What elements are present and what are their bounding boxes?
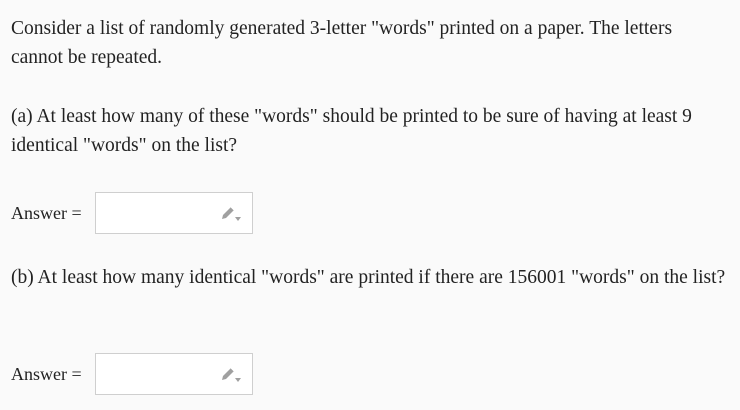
answer-field-a[interactable]: [95, 192, 253, 234]
question-content: Consider a list of randomly generated 3-…: [11, 14, 726, 160]
pencil-icon[interactable]: [220, 367, 242, 383]
answer-label-b: Answer =: [11, 363, 82, 384]
question-part-a: (a) At least how many of these "words" s…: [11, 106, 692, 156]
question-intro: Consider a list of randomly generated 3-…: [11, 18, 673, 68]
answer-input-b[interactable]: [96, 354, 216, 394]
answer-row-a: Answer =: [11, 191, 253, 235]
answer-label-a: Answer =: [11, 202, 82, 223]
pencil-icon[interactable]: [220, 206, 242, 222]
question-part-b: (b) At least how many identical "words" …: [11, 267, 726, 288]
answer-row-b: Answer =: [11, 352, 253, 396]
answer-input-a[interactable]: [96, 193, 216, 233]
answer-field-b[interactable]: [95, 353, 253, 395]
